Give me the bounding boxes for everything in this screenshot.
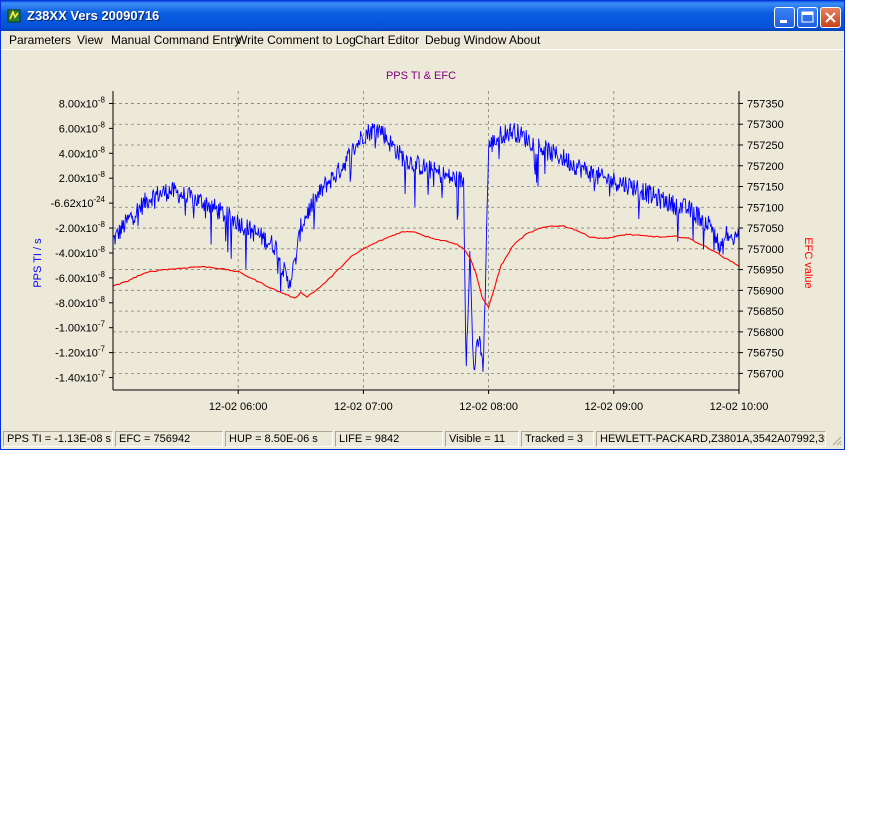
x-tick-label: 12-02 07:00 [334,401,393,413]
close-icon [825,12,836,23]
menu-manual-command-entry[interactable]: Manual Command Entry [111,33,240,47]
y2-tick-label: 757200 [747,161,784,173]
chart-title: PPS TI & EFC [386,70,456,82]
series-layer [112,123,740,372]
y2-axis-label: EFC value [802,237,814,288]
x-tick-label: 12-02 09:00 [584,401,643,413]
y-tick-label: -6.62x10-24 [51,195,106,210]
axes: 757350 757300 757250 757200 757150 757100 7570… [51,91,784,413]
status-hup: HUP = 8.50E-06 s [225,431,333,447]
y2-tick-label: 756850 [747,306,784,318]
menu-bar: Parameters View Manual Command Entry Wri… [1,31,844,50]
y2-tick-label: 757000 [747,244,784,256]
y2-tick-label: 756750 [747,348,784,360]
y2-tick-label: 757250 [747,140,784,152]
minimize-button[interactable] [774,7,795,28]
status-efc: EFC = 756942 [115,431,223,447]
app-icon [7,9,21,23]
x-tick-label: 12-02 10:00 [710,401,769,413]
status-tracked: Tracked = 3 [521,431,594,447]
y2-tick-label: 756900 [747,285,784,297]
y2-tick-label: 757300 [747,119,784,131]
minimize-icon [780,20,787,23]
x-tick-label: 12-02 08:00 [459,401,518,413]
window-title: Z38XX Vers 20090716 [27,8,160,23]
menu-parameters[interactable]: Parameters [9,33,71,47]
y-axis-label: PPS TI / s [32,238,44,288]
y2-tick-label: 757150 [747,182,784,194]
x-tick-label: 12-02 06:00 [209,401,268,413]
close-button[interactable] [820,7,841,28]
menu-debug-window[interactable]: Debug Window [425,33,506,47]
menu-view[interactable]: View [77,33,103,47]
menu-about[interactable]: About [509,33,540,47]
y-tick-label: -4.00x10-8 [55,245,105,260]
menu-separator [1,49,844,50]
y2-tick-label: 757100 [747,202,784,214]
application-window: Z38XX Vers 20090716 Parameters View Manu… [0,0,845,450]
maximize-button[interactable] [797,7,818,28]
status-visible: Visible = 11 [445,431,519,447]
series-line-pps-ti [112,123,740,372]
resize-grip-icon[interactable] [830,434,842,446]
status-bar: PPS TI = -1.13E-08 s EFC = 756942 HUP = … [1,430,844,450]
status-life: LIFE = 9842 [335,431,443,447]
maximize-icon [801,11,814,23]
y2-tick-label: 757050 [747,223,784,235]
pps-efc-chart: PPS TI & EFC PPS TI / s EFC value 757350… [32,70,814,413]
grid [113,91,740,390]
y-tick-label: -1.40x10-7 [55,370,105,385]
y2-tick-label: 757350 [747,98,784,110]
y-tick-label: 6.00x10-8 [59,120,106,135]
y-tick-label: -2.00x10-8 [55,220,105,235]
status-pps-ti: PPS TI = -1.13E-08 s [3,431,113,447]
y-tick-label: 2.00x10-8 [59,170,106,185]
y2-tick-label: 756700 [747,368,784,380]
y-tick-label: -1.00x10-7 [55,320,105,335]
y-tick-label: -1.20x10-7 [55,345,105,360]
chart-panel: PPS TI & EFC PPS TI / s EFC value 757350… [3,51,843,429]
y-tick-label: 4.00x10-8 [59,145,106,160]
y-tick-label: -8.00x10-8 [55,295,105,310]
y2-tick-label: 756950 [747,265,784,277]
y2-tick-label: 756800 [747,327,784,339]
menu-chart-editor[interactable]: Chart Editor [355,33,419,47]
series-line-efc [112,225,740,309]
status-device: HEWLETT-PACKARD,Z3801A,3542A07992,3543 [596,431,826,447]
y-tick-label: 8.00x10-8 [59,95,106,110]
menu-write-comment-to-log[interactable]: Write Comment to Log [236,33,356,47]
y-tick-label: -6.00x10-8 [55,270,105,285]
title-bar[interactable]: Z38XX Vers 20090716 [1,1,844,31]
